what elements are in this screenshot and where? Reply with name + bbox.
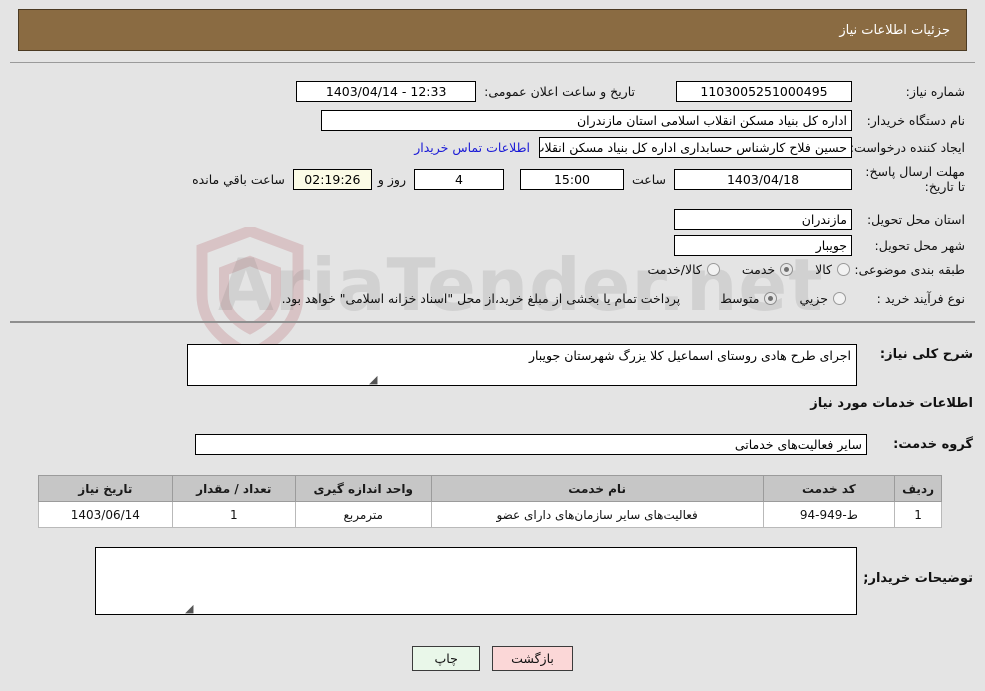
purchase-type-radio-group: جزیي متوسط <box>698 291 846 306</box>
purchase-type-note: پرداخت تمام یا بخشی از مبلغ خرید،از محل … <box>281 291 681 306</box>
deadline-countdown-field: 02:19:26 <box>292 168 372 190</box>
button-bar: بازگشت چاپ <box>0 646 985 671</box>
category-label: طبقه بندی موضوعی: <box>854 262 965 277</box>
table-header-row: ردیف کد خدمت نام خدمت واحد اندازه گیری ت… <box>38 475 942 502</box>
print-button[interactable]: چاپ <box>412 646 481 671</box>
resize-grip-icon[interactable]: ◣ <box>369 373 381 386</box>
category-option-khedmat-label: خدمت <box>741 262 776 277</box>
table-row: 1 ط-949-94 فعالیت‌های سایر سازمان‌های دا… <box>38 501 942 528</box>
col-row: ردیف <box>894 475 942 502</box>
cell-qty: 1 <box>171 501 296 528</box>
row-public-announce: تاریخ و ساعت اعلان عمومی: 12:33 - 1403/0… <box>296 81 635 102</box>
back-button[interactable]: بازگشت <box>492 646 573 671</box>
cell-row: 1 <box>894 501 942 528</box>
category-option-kala[interactable]: کالا <box>815 262 850 277</box>
row-requester: ایجاد کننده درخواست: حسین فلاح کارشناس ح… <box>414 137 965 158</box>
general-description-textarea[interactable]: اجرای طرح هادی روستای اسماعیل کلا یزرگ ش… <box>187 344 857 386</box>
buyer-contact-link[interactable]: اطلاعات تماس خریدار <box>414 140 530 155</box>
service-group-field[interactable]: سایر فعالیت‌های خدماتی <box>195 434 867 455</box>
deadline-hour-field[interactable]: 15:00 <box>519 168 624 190</box>
row-service-group: گروه خدمت: سایر فعالیت‌های خدماتی <box>195 434 973 455</box>
service-group-label: گروه خدمت: <box>893 437 973 452</box>
cell-unit: مترمربع <box>294 501 432 528</box>
deadline-hour-label: ساعت <box>631 171 666 187</box>
requester-label: ایجاد کننده درخواست: <box>849 140 965 155</box>
cell-name: فعالیت‌های سایر سازمان‌های دارای عضو <box>430 501 764 528</box>
row-purchase-type: نوع فرآیند خرید : جزیي متوسط پرداخت تمام… <box>282 291 965 306</box>
col-date: تاریخ نیاز <box>38 475 173 502</box>
need-number-field[interactable]: 1103005251000495 <box>676 81 852 102</box>
category-option-kala-khedmat[interactable]: کالا/خدمت <box>647 262 720 277</box>
row-buyer-org: نام دستگاه خریدار: اداره کل بنیاد مسکن ا… <box>321 110 965 131</box>
radio-icon-kala-khedmat[interactable] <box>706 263 720 276</box>
buyer-notes-textarea[interactable] <box>95 547 857 615</box>
category-option-khedmat[interactable]: خدمت <box>741 262 794 277</box>
col-code: کد خدمت <box>762 475 896 502</box>
category-option-kala-label: کالا <box>815 262 832 277</box>
purchase-option-motavaset-label: متوسط <box>720 291 760 306</box>
lower-section: شرح کلی نیاز: اجرای طرح هادی روستای اسما… <box>0 325 985 691</box>
col-unit: واحد اندازه گیری <box>294 475 432 502</box>
col-name: نام خدمت <box>430 475 764 502</box>
city-label: شهر محل تحویل: <box>874 238 965 253</box>
buyer-org-label: نام دستگاه خریدار: <box>866 113 965 128</box>
cell-date: 1403/06/14 <box>38 501 173 528</box>
services-table: ردیف کد خدمت نام خدمت واحد اندازه گیری ت… <box>38 475 942 528</box>
city-field[interactable]: جویبار <box>674 235 852 256</box>
province-label: استان محل تحویل: <box>866 212 965 227</box>
deadline-label: مهلت ارسال پاسخ: تا تاریخ: <box>865 164 965 194</box>
deadline-days-field[interactable]: 4 <box>413 168 504 190</box>
page-title: جزئیات اطلاعات نیاز <box>839 22 950 38</box>
deadline-days-label: روز و <box>377 171 406 187</box>
row-general-description: شرح کلی نیاز: اجرای طرح هادی روستای اسما… <box>187 344 973 386</box>
buyer-org-field[interactable]: اداره کل بنیاد مسکن انقلاب اسلامی استان … <box>321 110 852 131</box>
category-option-kala-khedmat-label: کالا/خدمت <box>647 262 702 277</box>
radio-icon-khedmat[interactable] <box>780 263 794 276</box>
purchase-type-label: نوع فرآیند خرید : <box>876 291 965 306</box>
public-announce-label: تاریخ و ساعت اعلان عمومی: <box>484 84 635 99</box>
radio-icon-jozei[interactable] <box>833 292 846 305</box>
requester-field[interactable]: حسین فلاح کارشناس حسابداری اداره کل بنیا… <box>539 137 852 158</box>
radio-icon-motavaset[interactable] <box>764 292 778 305</box>
page-root: AriaTender.net جزئیات اطلاعات نیاز شماره… <box>0 0 985 691</box>
province-field[interactable]: مازندران <box>674 209 852 230</box>
row-buyer-notes: توضیحات خریدار; ◣ <box>95 547 973 615</box>
deadline-date-field[interactable]: 1403/04/18 <box>674 168 852 190</box>
resize-grip-icon-2[interactable]: ◣ <box>185 602 197 615</box>
cell-code: ط-949-94 <box>762 501 896 528</box>
radio-icon-kala[interactable] <box>837 263 850 276</box>
row-province: استان محل تحویل: مازندران <box>674 209 965 230</box>
row-category: طبقه بندی موضوعی: کالا خدمت کالا/خدمت <box>625 262 965 277</box>
need-info-panel: شماره نیاز: 1103005251000495 تاریخ و ساع… <box>10 62 975 323</box>
row-need-number: شماره نیاز: 1103005251000495 <box>676 81 965 102</box>
window-title-bar: جزئیات اطلاعات نیاز <box>18 9 967 51</box>
services-heading: اطلاعات خدمات مورد نیاز <box>810 396 973 411</box>
purchase-option-motavaset[interactable]: متوسط <box>720 291 778 306</box>
purchase-option-jozei-label: جزیي <box>799 291 828 306</box>
category-radio-group: کالا خدمت کالا/خدمت <box>625 262 850 277</box>
row-city: شهر محل تحویل: جویبار <box>674 235 965 256</box>
need-number-label: شماره نیاز: <box>905 84 965 99</box>
deadline-countdown-label: ساعت باقي مانده <box>192 171 285 187</box>
services-table-wrap: ردیف کد خدمت نام خدمت واحد اندازه گیری ت… <box>38 475 942 528</box>
public-announce-field[interactable]: 12:33 - 1403/04/14 <box>296 81 477 102</box>
row-deadline: مهلت ارسال پاسخ: تا تاریخ: 1403/04/18 سا… <box>192 164 965 194</box>
general-description-label: شرح کلی نیاز: <box>879 347 973 362</box>
purchase-option-jozei[interactable]: جزیي <box>799 291 846 306</box>
col-qty: تعداد / مقدار <box>171 475 296 502</box>
buyer-notes-label: توضیحات خریدار; <box>863 571 973 586</box>
